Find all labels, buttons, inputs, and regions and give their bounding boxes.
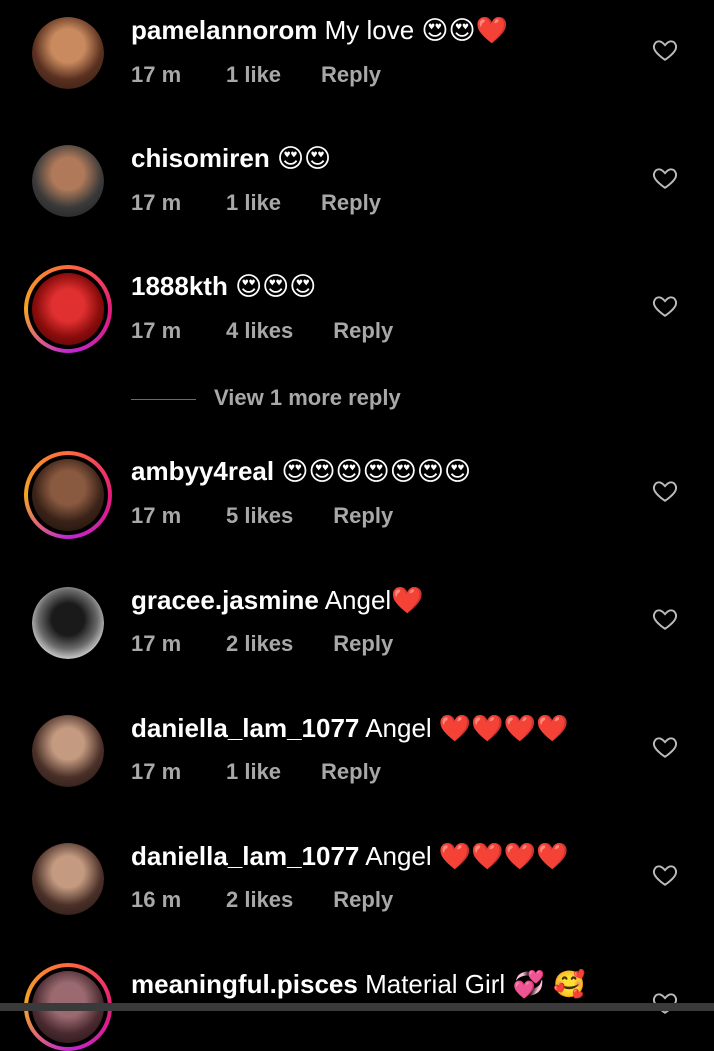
view-more-replies-button[interactable]: View 1 more reply [131, 385, 401, 411]
comment-time: 17 m [131, 190, 182, 215]
heart-outline-icon[interactable] [652, 862, 678, 888]
divider-line [131, 398, 196, 400]
comment-username[interactable]: pamelannorom [131, 15, 317, 45]
comment-emoji: 😍😍😍 [235, 272, 317, 302]
reply-button[interactable]: Reply [321, 759, 381, 785]
reply-button[interactable]: Reply [333, 503, 393, 529]
comment-time: 17 m [131, 759, 182, 784]
avatar[interactable] [32, 587, 104, 659]
comment-likes[interactable]: 4 likes [226, 318, 293, 344]
comment-username[interactable]: ambyy4real [131, 456, 274, 486]
comment-likes[interactable]: 2 likes [226, 887, 293, 913]
reply-button[interactable]: Reply [321, 190, 381, 216]
heart-outline-icon[interactable] [652, 606, 678, 632]
reply-button[interactable]: Reply [333, 887, 393, 913]
avatar[interactable] [32, 843, 104, 915]
comment-emoji: 😍😍 [276, 144, 332, 174]
bottom-bar [0, 1003, 714, 1011]
reply-button[interactable]: Reply [333, 631, 393, 657]
heart-outline-icon[interactable] [652, 37, 678, 63]
view-more-label[interactable]: View 1 more reply [214, 385, 401, 410]
reply-button[interactable]: Reply [321, 62, 381, 88]
comment-text: Angel [365, 841, 432, 871]
comment-emoji: ❤️ [391, 586, 424, 616]
avatar[interactable] [32, 145, 104, 217]
comment-likes[interactable]: 1 like [226, 190, 281, 216]
comment-username[interactable]: 1888kth [131, 271, 228, 301]
avatar[interactable] [32, 715, 104, 787]
comment-text: Angel [365, 713, 432, 743]
comment-emoji: 💞 🥰 [512, 970, 586, 1000]
comment-emoji: 😍😍😍😍😍😍😍 [281, 457, 472, 487]
comment-time: 17 m [131, 318, 182, 343]
comment-username[interactable]: daniella_lam_1077 [131, 713, 359, 743]
comment-text: Angel [324, 585, 392, 615]
comment-emoji: ❤️❤️❤️❤️ [438, 842, 569, 872]
comment-likes[interactable]: 1 like [226, 62, 281, 88]
comment-username[interactable]: gracee.jasmine [131, 585, 319, 615]
comment-time: 17 m [131, 503, 182, 528]
heart-outline-icon[interactable] [652, 165, 678, 191]
comment-emoji: 😍😍❤️ [421, 16, 509, 46]
comment-emoji: ❤️❤️❤️❤️ [438, 714, 569, 744]
comment-username[interactable]: daniella_lam_1077 [131, 841, 359, 871]
comment-username[interactable]: chisomiren [131, 143, 270, 173]
comment-text: My love [324, 15, 415, 45]
comment-time: 16 m [131, 887, 182, 912]
comment-time: 17 m [131, 631, 182, 656]
comment-time: 17 m [131, 62, 182, 87]
heart-outline-icon[interactable] [652, 734, 678, 760]
heart-outline-icon[interactable] [652, 293, 678, 319]
heart-outline-icon[interactable] [652, 478, 678, 504]
comment-likes[interactable]: 1 like [226, 759, 281, 785]
avatar[interactable] [24, 265, 112, 353]
reply-button[interactable]: Reply [333, 318, 393, 344]
comment-text: Material Girl [365, 969, 506, 999]
avatar[interactable] [24, 451, 112, 539]
avatar[interactable] [32, 17, 104, 89]
comment-likes[interactable]: 5 likes [226, 503, 293, 529]
comment-likes[interactable]: 2 likes [226, 631, 293, 657]
comment-username[interactable]: meaningful.pisces [131, 969, 358, 999]
